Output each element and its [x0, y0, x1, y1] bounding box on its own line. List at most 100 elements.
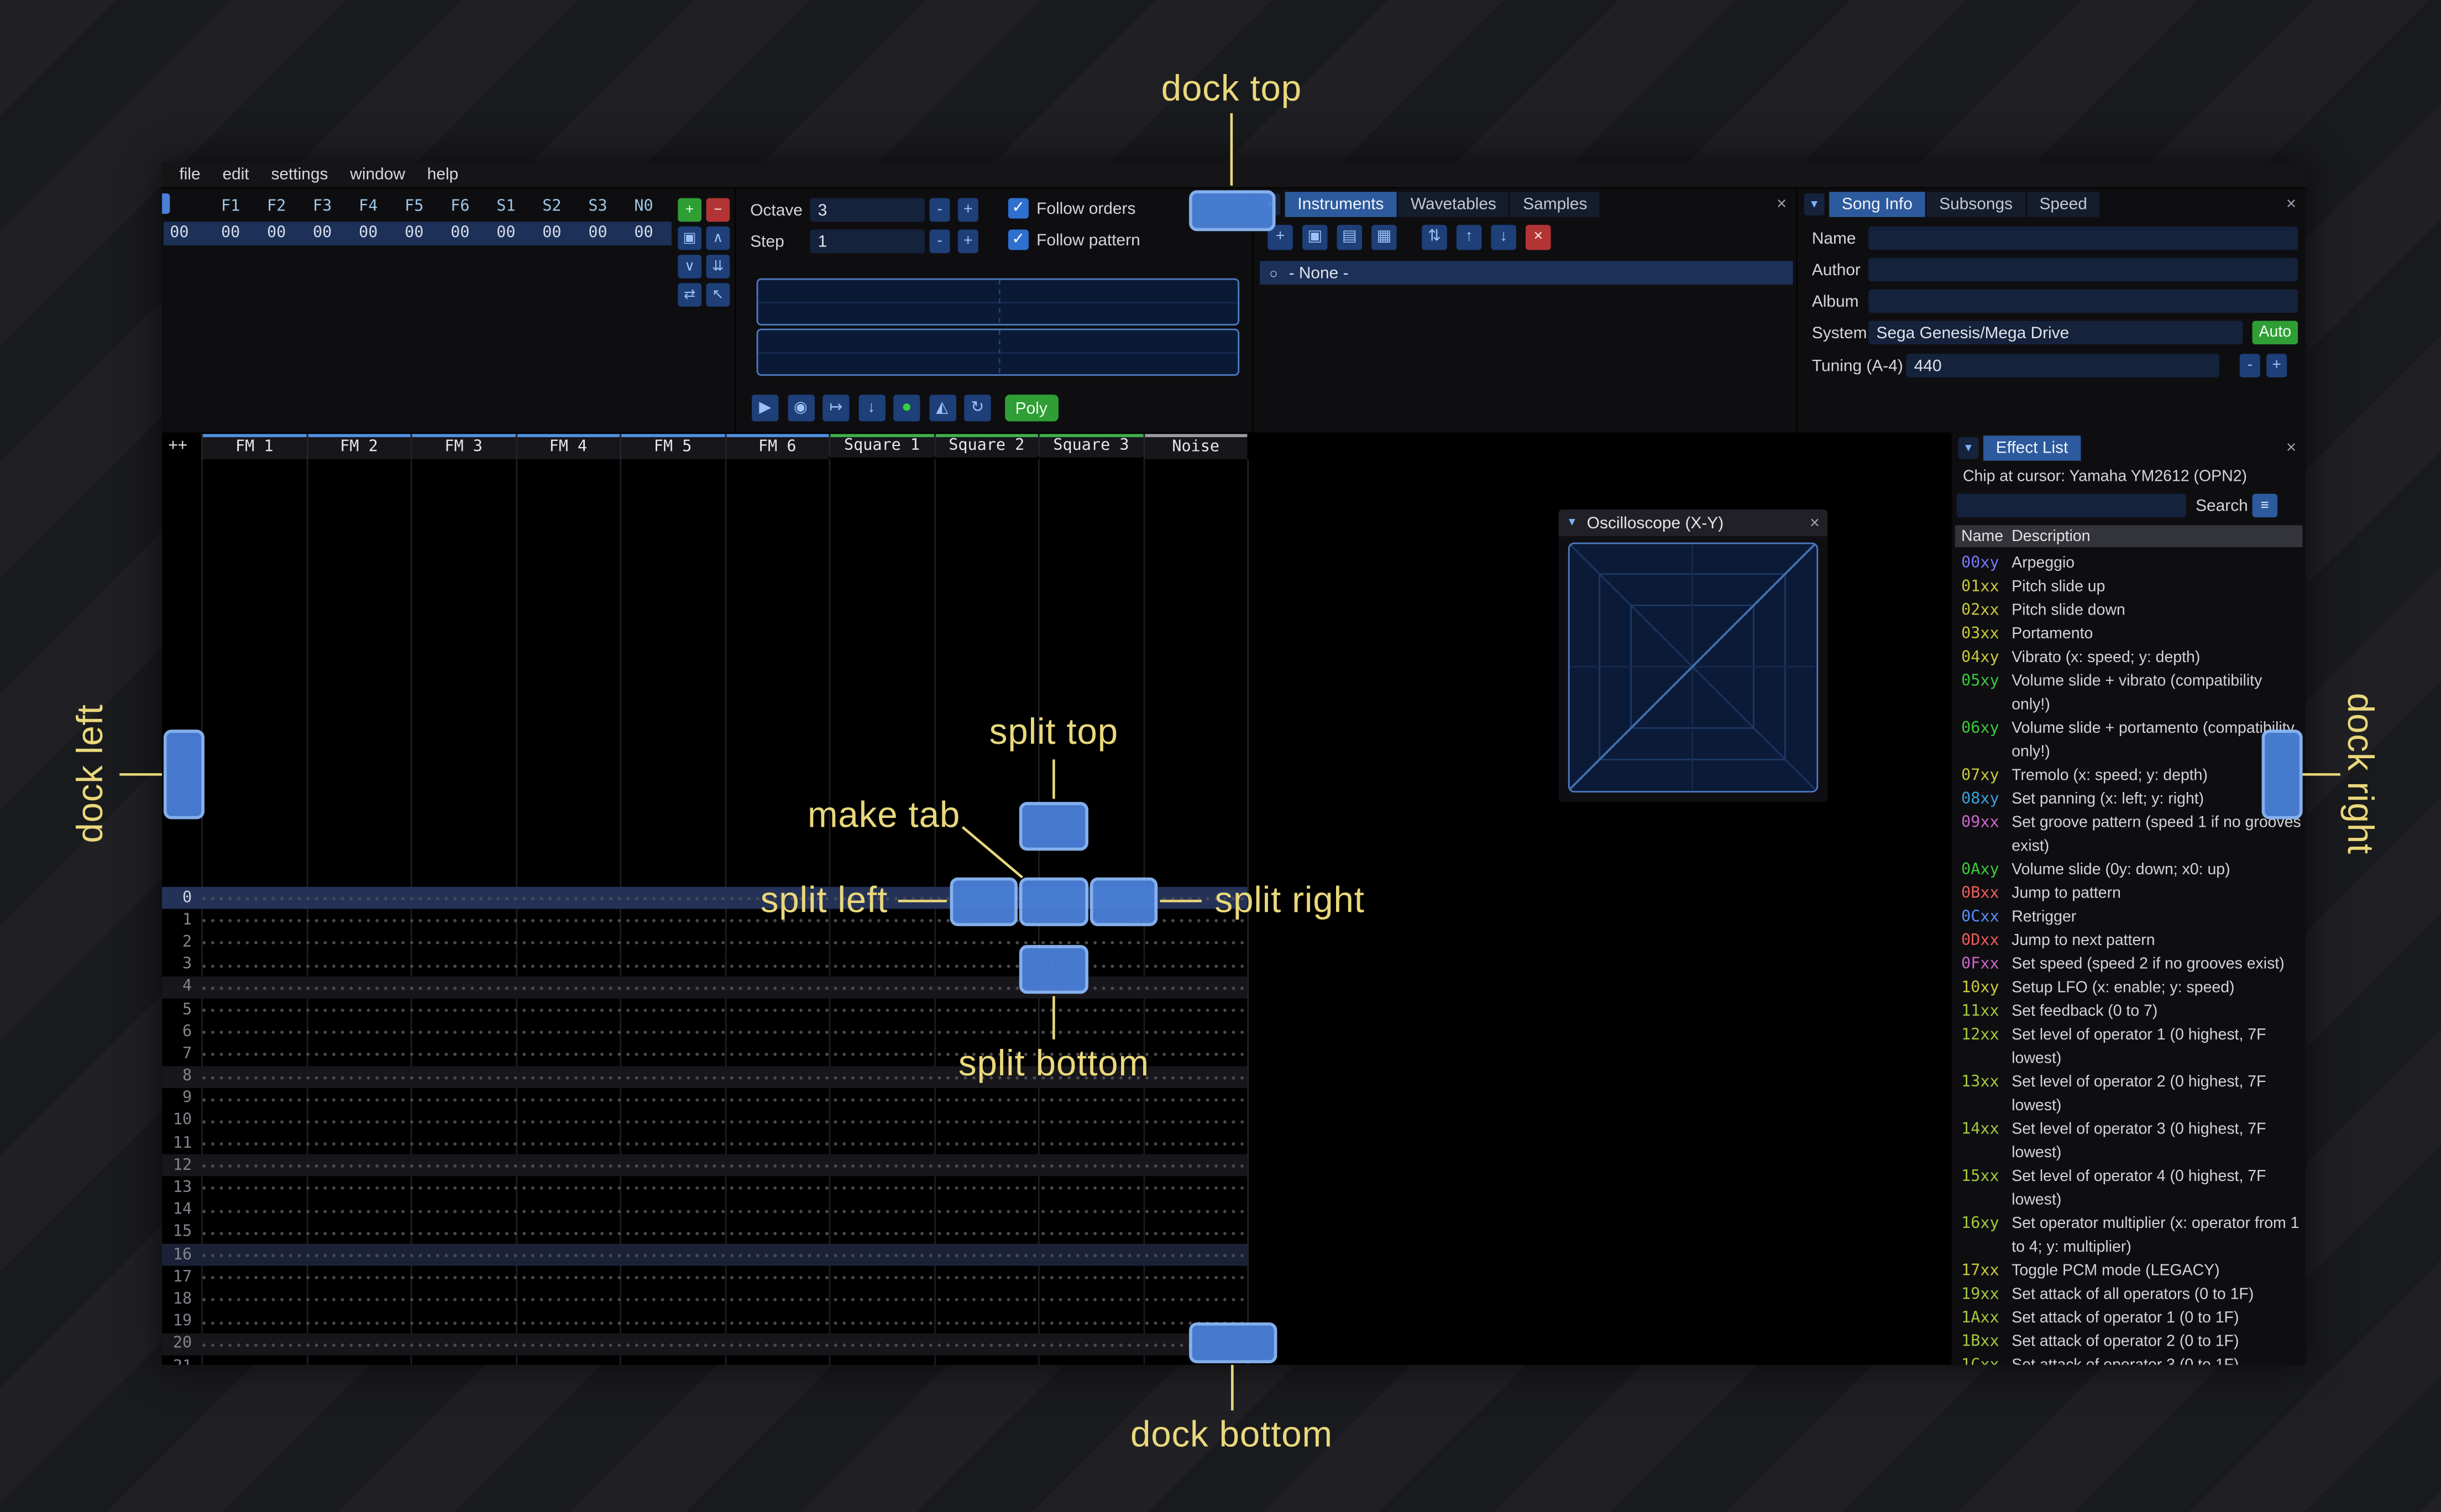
split-target-top[interactable] [1019, 801, 1088, 851]
effect-list-row[interactable]: 19xx Set attack of all operators (0 to 1… [1961, 1283, 2304, 1307]
effect-list-row[interactable]: 11xx Set feedback (0 to 7) [1961, 1000, 2304, 1024]
play-pattern-button[interactable]: ◉ [787, 395, 814, 422]
effect-list-row[interactable]: 0Axy Volume slide (0y: down; x0: up) [1961, 859, 2304, 883]
order-row[interactable]: 00 00 00 00 00 00 00 00 00 00 00 [163, 222, 672, 245]
pattern-row[interactable]: 21 [162, 1355, 1248, 1365]
effect-list-row[interactable]: 10xy Setup LFO (x: enable; y: speed) [1961, 977, 2304, 1000]
pattern-row[interactable]: 19 [162, 1310, 1248, 1334]
close-icon[interactable]: × [1810, 513, 1820, 532]
order-edit-mode-button[interactable]: ↖ [706, 283, 730, 307]
order-move-up-button[interactable]: ∧ [706, 226, 730, 250]
octave-input[interactable]: 3 [810, 198, 925, 222]
make-tab-target[interactable] [1019, 876, 1088, 926]
pattern-row[interactable]: 16 [162, 1243, 1248, 1267]
dock-target-top[interactable] [1189, 189, 1276, 230]
channel-header[interactable]: FM 5 [620, 434, 725, 459]
tuning-decrease-button[interactable]: - [2239, 354, 2260, 377]
order-cell[interactable]: 00 [300, 225, 345, 242]
tab[interactable]: Instruments [1285, 192, 1397, 217]
instrument-duplicate-button[interactable]: ▣ [1302, 224, 1328, 250]
poly-toggle-button[interactable]: Poly [1004, 395, 1059, 422]
system-auto-button[interactable]: Auto [2252, 321, 2298, 345]
order-cell[interactable]: 00 [483, 225, 529, 242]
order-cell[interactable]: 00 [391, 225, 437, 242]
order-cell[interactable]: 00 [437, 225, 483, 242]
tab[interactable]: Song Info [1829, 192, 1925, 217]
dock-target-left[interactable] [163, 729, 205, 820]
order-cell[interactable]: 00 [254, 225, 300, 242]
metronome-button[interactable]: ◭ [929, 395, 956, 422]
effect-list-row[interactable]: 12xx Set level of operator 1 (0 highest,… [1961, 1023, 2304, 1070]
menu-item[interactable]: file [168, 165, 211, 184]
order-cell[interactable]: 00 [621, 225, 667, 242]
menu-item[interactable]: help [416, 165, 469, 184]
effect-list-row[interactable]: 05xy Volume slide + vibrato (compatibili… [1961, 670, 2304, 717]
effect-list-row[interactable]: 13xx Set level of operator 2 (0 highest,… [1961, 1071, 2304, 1118]
instrument-organize-button[interactable]: ⇅ [1422, 224, 1447, 250]
orders-collapse-button[interactable] [162, 193, 170, 214]
channel-header[interactable]: FM 2 [306, 434, 411, 459]
pattern-row[interactable]: 9 [162, 1088, 1248, 1110]
effect-list-row[interactable]: 04xy Vibrato (x: speed; y: depth) [1961, 646, 2304, 670]
pattern-row[interactable]: 13 [162, 1177, 1248, 1199]
pattern-row[interactable]: 10 [162, 1110, 1248, 1132]
channel-header[interactable]: Square 1 [829, 434, 934, 458]
channel-header[interactable]: Noise [1143, 434, 1248, 459]
split-target-bottom[interactable] [1019, 944, 1088, 994]
play-row-button[interactable]: ↦ [823, 395, 850, 422]
effect-list-row[interactable]: 01xx Pitch slide up [1961, 575, 2304, 599]
tuning-increase-button[interactable]: + [2266, 354, 2287, 377]
system-input[interactable]: Sega Genesis/Mega Drive [1868, 321, 2243, 345]
instrument-open-button[interactable]: ▤ [1337, 224, 1363, 250]
channel-header[interactable]: FM 6 [724, 434, 829, 459]
channel-header[interactable]: Square 2 [933, 434, 1038, 458]
order-move-down-button[interactable]: ∨ [678, 254, 702, 279]
effect-list-row[interactable]: 08xy Set panning (x: left; y: right) [1961, 788, 2304, 812]
octave-increase-button[interactable]: + [957, 198, 978, 222]
order-cell[interactable]: 00 [575, 225, 621, 242]
step-increase-button[interactable]: + [957, 229, 978, 254]
pattern-row[interactable]: 5 [162, 998, 1248, 1021]
order-change-mode-button[interactable]: ⇄ [678, 283, 702, 307]
pattern-row[interactable]: 18 [162, 1288, 1248, 1311]
effect-list-row[interactable]: 02xx Pitch slide down [1961, 599, 2304, 623]
order-cell[interactable]: 00 [208, 225, 254, 242]
song-name-input[interactable] [1868, 226, 2298, 250]
effect-list-menu-button[interactable]: ≡ [2252, 494, 2278, 518]
record-button[interactable]: ● [893, 395, 920, 422]
dock-target-bottom[interactable] [1188, 1321, 1277, 1363]
step-row-button[interactable]: ↓ [858, 395, 885, 422]
close-icon[interactable]: × [2286, 439, 2296, 458]
octave-decrease-button[interactable]: - [929, 198, 950, 222]
order-cell[interactable]: 00 [345, 225, 391, 242]
instrument-save-button[interactable]: ▦ [1371, 224, 1397, 250]
order-duplicate-button[interactable]: ▣ [678, 226, 702, 250]
effect-list-row[interactable]: 06xy Volume slide + portamento (compatib… [1961, 717, 2304, 764]
pattern-row[interactable]: 17 [162, 1266, 1248, 1289]
effect-list-row[interactable]: 0Dxx Jump to next pattern [1961, 930, 2304, 953]
effect-list-row[interactable]: 15xx Set level of operator 4 (0 highest,… [1961, 1165, 2304, 1212]
step-input[interactable]: 1 [810, 229, 925, 254]
effect-list-row[interactable]: 00xy Arpeggio [1961, 552, 2304, 576]
pattern-row[interactable]: 20 [162, 1333, 1248, 1356]
split-target-right[interactable] [1089, 876, 1158, 926]
channel-header[interactable]: FM 1 [201, 434, 306, 459]
pattern-row[interactable]: 15 [162, 1221, 1248, 1244]
split-target-left[interactable] [949, 876, 1018, 926]
dock-target-right[interactable] [2261, 729, 2302, 820]
effect-list-row[interactable]: 16xy Set operator multiplier (x: operato… [1961, 1212, 2304, 1259]
effect-list-row[interactable]: 0Fxx Set speed (speed 2 if no grooves ex… [1961, 953, 2304, 977]
instrument-move-up-button[interactable]: ↑ [1456, 224, 1482, 250]
pattern-row[interactable]: 11 [162, 1132, 1248, 1155]
collapse-arrow-icon[interactable]: ▼ [1958, 437, 1979, 459]
effect-list-row[interactable]: 0Cxx Retrigger [1961, 906, 2304, 930]
channel-header[interactable]: Square 3 [1038, 434, 1143, 458]
tab[interactable]: Wavetables [1398, 192, 1509, 217]
effect-search-input[interactable] [1956, 494, 2187, 518]
channel-header[interactable]: FM 4 [515, 434, 620, 459]
effect-list-row[interactable]: 1Axx Set attack of operator 1 (0 to 1F) [1961, 1306, 2304, 1330]
repeat-button[interactable]: ↻ [964, 395, 991, 422]
menu-item[interactable]: settings [260, 165, 339, 184]
channel-header[interactable]: FM 3 [410, 434, 515, 459]
effect-list-row[interactable]: 1Cxx Set attack of operator 3 (0 to 1F) [1961, 1354, 2304, 1365]
